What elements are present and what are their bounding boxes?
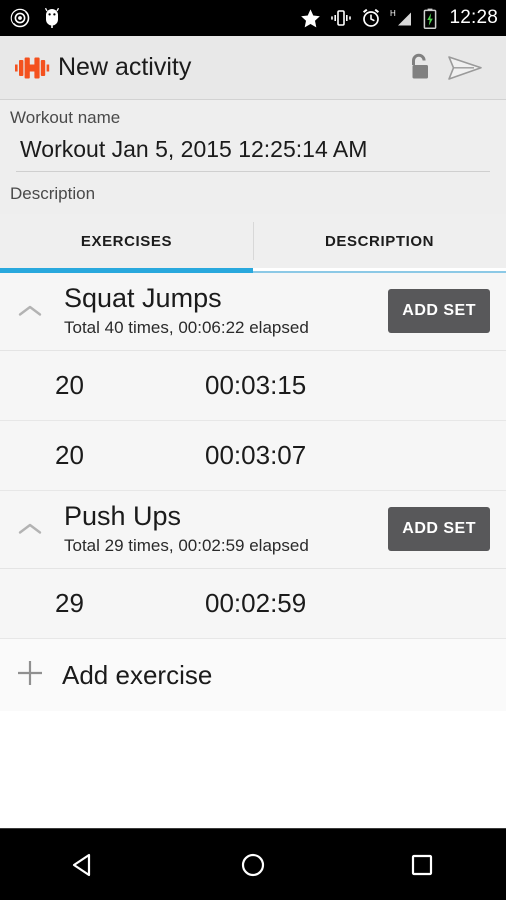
add-exercise-label: Add exercise — [62, 659, 213, 690]
exercise-summary: Total 40 times, 00:06:22 elapsed — [64, 317, 309, 337]
add-set-button[interactable]: ADD SET — [388, 288, 490, 333]
battery-charging-icon — [423, 8, 437, 29]
send-icon[interactable] — [442, 45, 488, 91]
description-label: Description — [10, 184, 96, 203]
set-time: 00:03:15 — [205, 370, 307, 400]
add-set-button[interactable]: ADD SET — [388, 506, 490, 551]
status-bar-right-icons: H 12:28 — [300, 7, 498, 29]
home-circle-icon[interactable] — [208, 829, 298, 900]
set-time: 00:02:59 — [205, 588, 307, 618]
list-empty-area — [0, 711, 506, 807]
exercise-texts: Push Ups Total 29 times, 00:02:59 elapse… — [50, 501, 388, 555]
add-exercise-row[interactable]: Add exercise — [0, 639, 506, 711]
unlock-icon[interactable] — [396, 45, 442, 91]
tab-description-label: DESCRIPTION — [324, 232, 435, 250]
tab-bar: EXERCISES DESCRIPTION — [0, 214, 506, 273]
set-reps: 20 — [55, 370, 84, 400]
chevron-up-icon[interactable] — [10, 303, 50, 319]
plus-icon — [14, 657, 46, 694]
tab-indicator-active — [0, 268, 253, 273]
exercise-summary: Total 29 times, 00:02:59 elapsed — [64, 535, 309, 555]
exercise-name: Push Ups — [64, 501, 182, 532]
tab-exercises-label: EXERCISES — [80, 232, 173, 250]
exercise-header[interactable]: Push Ups Total 29 times, 00:02:59 elapse… — [0, 491, 506, 569]
set-row[interactable]: 20 00:03:07 — [0, 421, 506, 491]
exercise-header[interactable]: Squat Jumps Total 40 times, 00:06:22 ela… — [0, 273, 506, 351]
set-reps: 29 — [55, 588, 84, 618]
exercise-name: Squat Jumps — [64, 283, 222, 314]
workout-form: Workout name Description — [0, 100, 506, 214]
star-icon — [300, 8, 321, 29]
recents-square-icon[interactable] — [377, 829, 467, 900]
status-bar-left-icons — [10, 7, 60, 29]
alarm-icon — [361, 8, 381, 28]
cast-icon — [10, 8, 30, 28]
phone-screen: H 12:28 New activity Workout name Workou… — [0, 0, 506, 900]
set-reps: 20 — [55, 440, 84, 470]
tab-exercises[interactable]: EXERCISES — [0, 214, 253, 268]
dumbbell-icon — [14, 53, 50, 83]
page-title: New activity — [58, 53, 192, 81]
chevron-up-icon[interactable] — [10, 521, 50, 537]
status-bar: H 12:28 — [0, 0, 506, 36]
tab-indicator-inactive — [253, 271, 506, 273]
status-clock: 12:28 — [449, 7, 498, 28]
exercise-list: Squat Jumps Total 40 times, 00:06:22 ela… — [0, 273, 506, 807]
android-bug-icon — [44, 7, 60, 29]
system-nav-bar — [0, 828, 506, 900]
workout-name-label: Workout name — [10, 108, 121, 127]
signal-h-icon: H — [390, 8, 414, 28]
tab-indicator — [0, 268, 506, 273]
workout-name-input[interactable] — [16, 132, 490, 172]
vibrate-icon — [330, 9, 352, 27]
set-row[interactable]: 29 00:02:59 — [0, 569, 506, 639]
set-time: 00:03:07 — [205, 440, 307, 470]
set-row[interactable]: 20 00:03:15 — [0, 351, 506, 421]
svg-text:H: H — [390, 9, 396, 18]
back-triangle-icon[interactable] — [39, 829, 129, 900]
app-bar: New activity — [0, 36, 506, 100]
tab-description[interactable]: DESCRIPTION — [253, 214, 506, 268]
exercise-texts: Squat Jumps Total 40 times, 00:06:22 ela… — [50, 283, 388, 337]
